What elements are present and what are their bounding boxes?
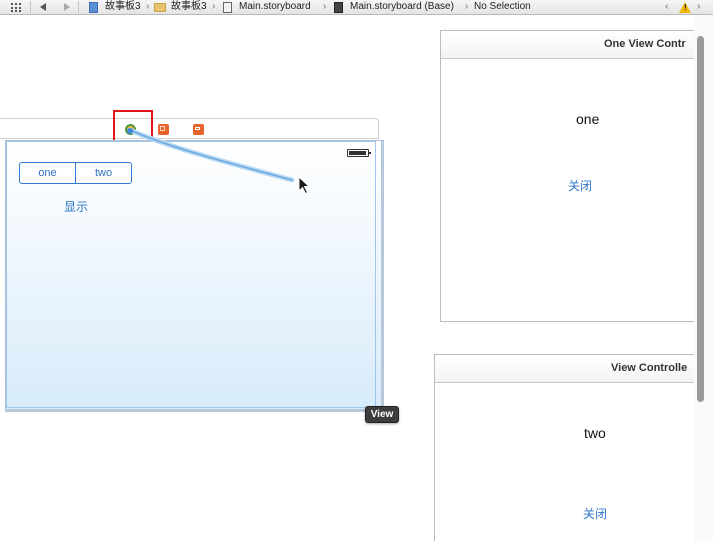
scene-one-header[interactable]: One View Contr	[441, 31, 701, 59]
back-arrow-icon[interactable]	[40, 3, 46, 11]
breadcrumb-storyboard[interactable]: Main.storyboard	[239, 0, 311, 14]
breadcrumb-storyboard-base[interactable]: Main.storyboard (Base)	[350, 0, 454, 14]
close-button-one[interactable]: 关闭	[568, 179, 592, 193]
view-badge: View	[365, 406, 399, 423]
breadcrumb-folder[interactable]: 故事板3	[171, 0, 207, 14]
scene-one-view-controller[interactable]: One View Contr one 关闭	[440, 30, 702, 322]
warning-mark-icon: !	[684, 3, 687, 12]
chevron-right-icon: ›	[146, 1, 150, 12]
related-items-icon[interactable]	[11, 3, 23, 12]
label-two: two	[584, 425, 606, 441]
storyboard-file-icon	[223, 2, 232, 13]
show-button[interactable]: 显示	[54, 200, 98, 214]
vertical-scrollbar-thumb[interactable]	[697, 36, 704, 402]
first-responder-icon[interactable]	[158, 124, 169, 135]
scene-one-title: One View Contr	[604, 38, 686, 50]
folder-icon	[154, 3, 166, 12]
scene-two-view-controller[interactable]: View Controlle two 关闭	[434, 354, 702, 541]
chevron-right-icon: ›	[323, 1, 327, 12]
label-one: one	[576, 111, 600, 127]
jump-bar-divider	[30, 1, 31, 13]
chevron-right-icon: ›	[212, 1, 216, 12]
close-button-two[interactable]: 关闭	[583, 507, 607, 521]
project-icon	[89, 2, 98, 13]
jump-bar-divider	[78, 1, 79, 13]
issue-next-icon[interactable]: ›	[697, 0, 700, 14]
issue-previous-icon[interactable]: ‹	[665, 0, 668, 14]
scene-two-header[interactable]: View Controlle	[435, 355, 701, 383]
battery-icon	[347, 149, 371, 157]
forward-arrow-icon[interactable]	[64, 3, 70, 11]
scene-two-title: View Controlle	[611, 362, 688, 374]
chevron-right-icon: ›	[465, 1, 469, 12]
segmented-control[interactable]: one two	[19, 162, 132, 184]
storyboard-base-icon	[334, 2, 343, 13]
segment-one[interactable]: one	[20, 163, 75, 183]
breadcrumb-project[interactable]: 故事板3	[105, 0, 141, 14]
jump-bar: 故事板3 › 故事板3 › Main.storyboard › Main.sto…	[0, 0, 713, 15]
breadcrumb-selection[interactable]: No Selection	[474, 0, 531, 14]
segment-two[interactable]: two	[75, 163, 131, 183]
scene-dock	[0, 118, 379, 139]
exit-icon[interactable]	[193, 124, 204, 135]
storyboard-editor: 故事板3 › 故事板3 › Main.storyboard › Main.sto…	[0, 0, 713, 541]
